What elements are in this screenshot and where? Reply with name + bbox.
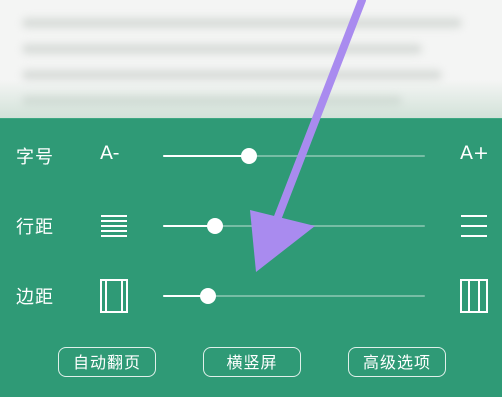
margin-row: 边距 (0, 271, 502, 321)
decrease-font-icon[interactable]: A- (100, 142, 119, 164)
font-size-slider-fill (163, 155, 250, 157)
line-spacing-slider-thumb[interactable] (207, 218, 224, 234)
line-spacing-label: 行距 (16, 217, 54, 238)
sparse-lines-icon[interactable] (460, 213, 488, 243)
orientation-toggle-button[interactable]: 横竖屏 (203, 347, 301, 377)
margin-slider-thumb[interactable] (199, 288, 216, 304)
narrow-margin-icon[interactable] (100, 279, 128, 317)
dense-lines-icon[interactable] (100, 213, 128, 243)
advanced-options-button[interactable]: 高级选项 (348, 347, 446, 377)
wide-margin-icon[interactable] (460, 279, 488, 317)
font-size-row: 字号 A- A+ (0, 131, 502, 181)
font-size-slider-thumb[interactable] (241, 148, 258, 164)
line-spacing-slider[interactable] (163, 218, 425, 234)
reader-settings-panel: 字号 A- A+ 行距 边距 自动翻页 横竖屏 高级选项 (0, 118, 502, 397)
font-size-slider[interactable] (163, 148, 425, 164)
font-size-label: 字号 (16, 147, 54, 168)
margin-label: 边距 (16, 287, 54, 308)
auto-page-turn-button[interactable]: 自动翻页 (58, 347, 156, 377)
line-spacing-row: 行距 (0, 201, 502, 251)
increase-font-icon[interactable]: A+ (460, 142, 489, 164)
reading-page-area (0, 0, 502, 120)
margin-slider[interactable] (163, 288, 425, 304)
